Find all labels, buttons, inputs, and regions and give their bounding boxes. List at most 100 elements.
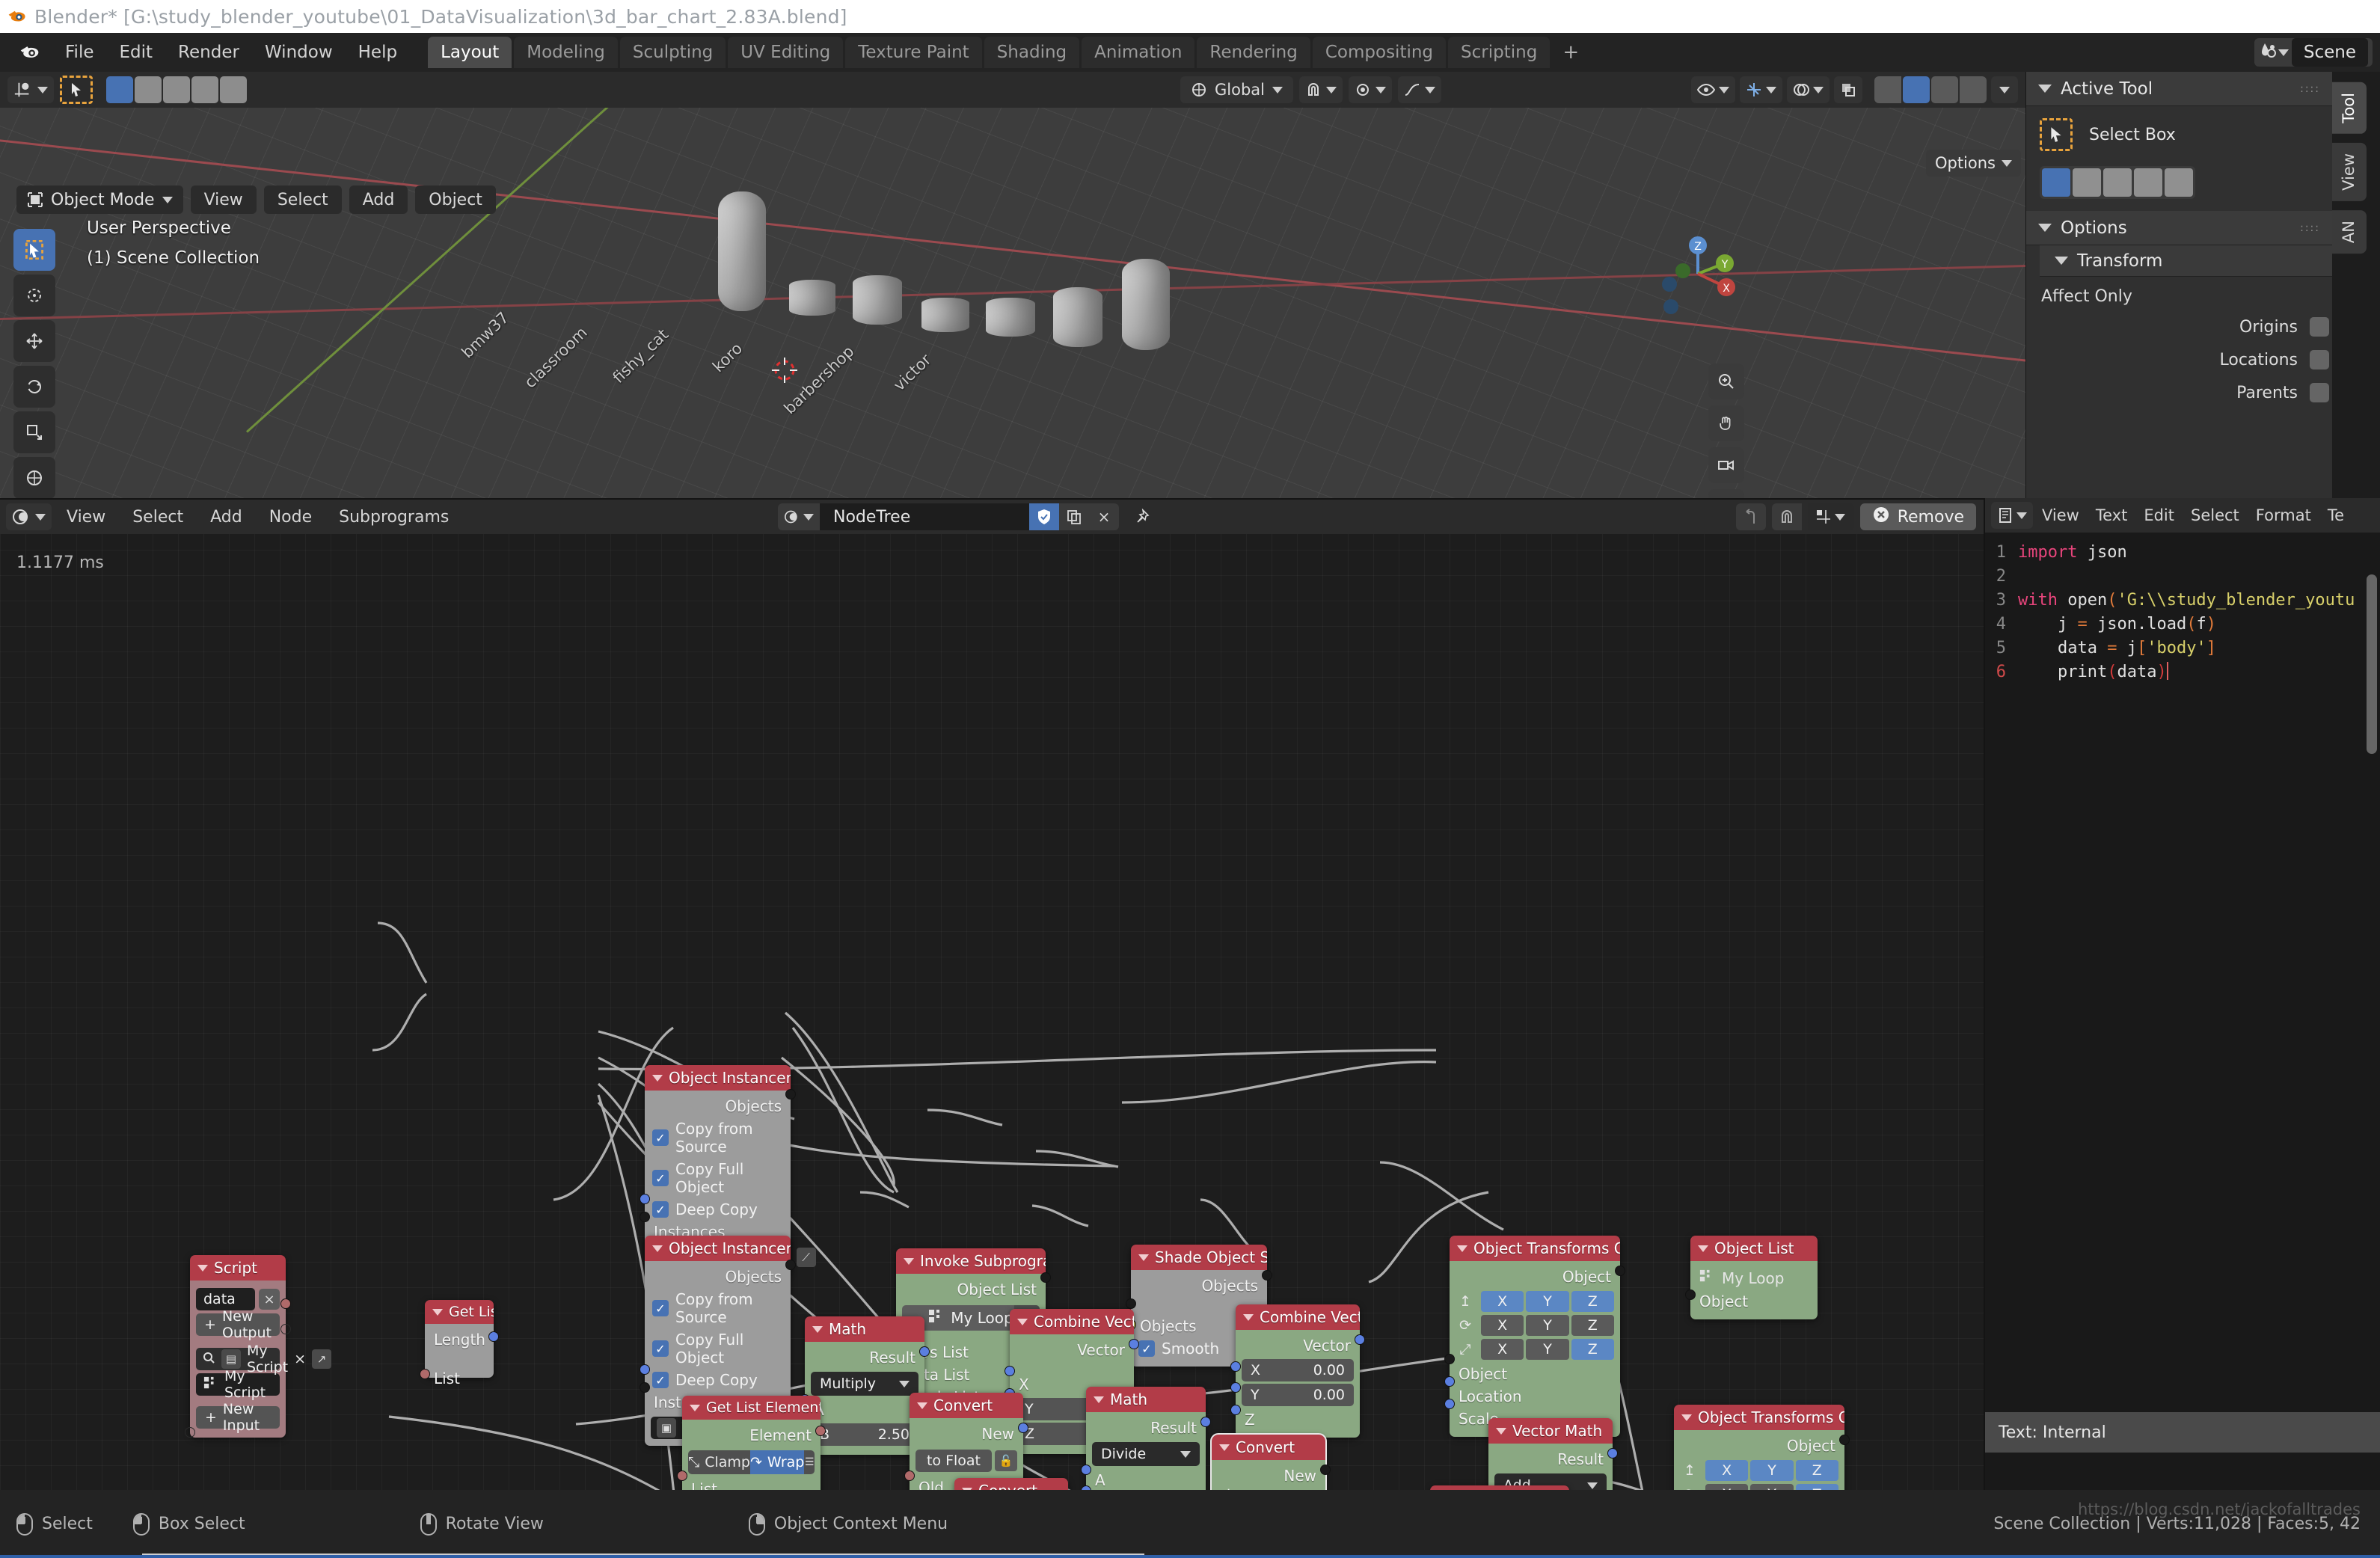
node-script[interactable]: Script data × + New Output ▤ My Script ×… <box>185 1255 332 1438</box>
select-set-icon[interactable] <box>106 76 133 103</box>
rot-y-toggle[interactable]: Y <box>1750 1484 1794 1490</box>
text-menu-text[interactable]: Text <box>2088 503 2135 528</box>
clamp-wrap-toggle[interactable]: ⤡ Clamp ↷ Wrap ☰ <box>688 1450 815 1474</box>
node-menu-node[interactable]: Node <box>257 504 324 530</box>
panel-header-transform[interactable]: Transform <box>2040 245 2332 277</box>
script-output-name[interactable]: data <box>196 1288 255 1310</box>
checkbox-icon[interactable]: ✓ <box>652 1129 669 1146</box>
wrap-option[interactable]: ↷ Wrap <box>749 1450 805 1474</box>
node-header[interactable]: Script <box>190 1255 286 1281</box>
node-header[interactable]: Convert <box>1212 1435 1325 1460</box>
tool-select-box[interactable] <box>13 229 55 271</box>
collapse-triangle-icon[interactable] <box>904 1257 914 1265</box>
node-get-list-element-1[interactable]: Get List Element Element ⤡ Clamp ↷ Wrap … <box>677 1396 826 1490</box>
node-header[interactable]: Shade Object Smo... <box>1131 1245 1267 1270</box>
tab-compositing[interactable]: Compositing <box>1312 37 1447 68</box>
socket-out-result[interactable] <box>919 1346 930 1357</box>
script-datablock[interactable]: ▤ My Script × ↗ <box>196 1343 332 1375</box>
unlink-close-icon[interactable]: × <box>1089 503 1119 530</box>
shading-options-chevron-icon[interactable] <box>1991 76 2018 103</box>
field-b[interactable]: B 2.50 <box>811 1423 918 1446</box>
node-menu-add[interactable]: Add <box>198 504 254 530</box>
loc-x-toggle[interactable]: X <box>1705 1460 1749 1481</box>
solid-shading-icon[interactable] <box>1903 76 1930 103</box>
node-header[interactable]: Get List Length <box>425 1300 494 1324</box>
socket-out-length[interactable] <box>488 1331 499 1342</box>
add-workspace-button[interactable]: + <box>1552 37 1589 68</box>
rendered-shading-icon[interactable] <box>1960 76 1987 103</box>
checkbox-deep-copy[interactable]: ✓ Deep Copy <box>651 1198 785 1221</box>
node-header[interactable]: Convert <box>910 1393 1023 1418</box>
socket-out-object[interactable] <box>1839 1435 1850 1445</box>
math-operation-dropdown[interactable]: Multiply <box>811 1372 918 1396</box>
convert-type-label[interactable]: to Float <box>915 1450 992 1472</box>
checkbox-icon[interactable]: ✓ <box>652 1372 669 1388</box>
socket-in-object[interactable] <box>1685 1289 1696 1300</box>
editor-type-icon[interactable] <box>6 503 52 530</box>
new-input-button[interactable]: + New Input <box>196 1401 280 1434</box>
scene-name-label[interactable]: Scene <box>2291 38 2368 67</box>
loc-y-toggle[interactable]: Y <box>1526 1291 1569 1312</box>
camera-view-icon[interactable] <box>1708 447 1744 483</box>
collapse-triangle-icon[interactable] <box>1681 1414 1692 1421</box>
editor-type-icon[interactable] <box>1991 502 2033 529</box>
list-option[interactable]: ☰ <box>804 1450 815 1474</box>
node-object-transforms-output-1[interactable]: Object Transforms Output Object ↥ X Y Z … <box>1444 1236 1625 1437</box>
socket-in-z[interactable] <box>1230 1405 1241 1415</box>
new-output-button[interactable]: + New Output <box>196 1308 280 1341</box>
collapse-triangle-icon[interactable] <box>917 1402 927 1409</box>
collapse-triangle-icon[interactable] <box>1496 1427 1506 1435</box>
select-mode-segmented[interactable] <box>106 76 247 103</box>
panel-header-options[interactable]: Options :::: <box>2026 211 2332 245</box>
rot-z-toggle[interactable]: Z <box>1795 1484 1838 1490</box>
collapse-triangle-icon[interactable] <box>812 1325 823 1333</box>
scale-y-toggle[interactable]: Y <box>1526 1339 1569 1360</box>
node-menu-select[interactable]: Select <box>120 504 195 530</box>
select-mode-options[interactable] <box>2040 166 2195 199</box>
node-header[interactable]: Convert <box>954 1478 1068 1490</box>
select-set-icon[interactable] <box>2042 168 2070 197</box>
rot-x-toggle[interactable]: X <box>1481 1315 1524 1336</box>
tab-scripting[interactable]: Scripting <box>1448 37 1551 68</box>
collapse-triangle-icon[interactable] <box>1457 1245 1467 1252</box>
snap-magnet-icon[interactable] <box>1771 503 1802 530</box>
collapse-triangle-icon[interactable] <box>1243 1313 1254 1321</box>
text-menu-view[interactable]: View <box>2034 503 2087 528</box>
socket-in-y[interactable] <box>1230 1382 1241 1393</box>
socket-out-new[interactable] <box>280 1324 291 1334</box>
remove-output-icon[interactable]: × <box>259 1289 280 1310</box>
socket-in-instances[interactable] <box>640 1364 650 1375</box>
node-combine-vector-2[interactable]: Combine Vector Vector X 0.00 Y 0.00 Z <box>1230 1304 1365 1438</box>
material-preview-icon[interactable] <box>1931 76 1958 103</box>
socket-in-object[interactable] <box>640 1212 650 1222</box>
snap-magnet-icon[interactable] <box>1299 76 1343 103</box>
select-extend-icon[interactable] <box>2073 168 2101 197</box>
node-header[interactable]: Get List Element <box>682 1396 821 1420</box>
text-menu-select[interactable]: Select <box>2183 503 2247 528</box>
tool-cursor[interactable] <box>13 275 55 316</box>
text-editor-scrollbar[interactable] <box>2367 574 2377 754</box>
checkbox-deep-copy[interactable]: ✓ Deep Copy <box>651 1369 785 1391</box>
node-menu-view[interactable]: View <box>55 504 117 530</box>
loc-y-toggle[interactable]: Y <box>1750 1460 1794 1481</box>
tab-rendering[interactable]: Rendering <box>1197 37 1310 68</box>
math-operation-dropdown[interactable]: Divide <box>1092 1442 1200 1466</box>
navigation-gizmo[interactable]: Z Y X <box>1653 229 1743 319</box>
checkbox-icon[interactable]: ✓ <box>652 1201 669 1218</box>
affect-only-parents-row[interactable]: Parents <box>2040 376 2332 409</box>
checkbox-copy-from-source[interactable]: ✓ Copy from Source <box>651 1117 785 1158</box>
nodetree-name[interactable]: NodeTree <box>820 503 1029 530</box>
checkbox-icon[interactable]: ✓ <box>1138 1340 1155 1357</box>
pan-hand-icon[interactable] <box>1708 405 1744 441</box>
tab-modeling[interactable]: Modeling <box>514 37 618 68</box>
origins-checkbox[interactable] <box>2310 317 2329 337</box>
tool-rotate[interactable] <box>13 366 55 408</box>
affect-only-locations-row[interactable]: Locations <box>2040 343 2332 376</box>
socket-out-new[interactable] <box>1320 1465 1331 1475</box>
socket-in-object[interactable] <box>640 1382 650 1393</box>
socket-in-new[interactable] <box>185 1427 195 1438</box>
select-intersect-icon[interactable] <box>220 76 247 103</box>
tab-layout[interactable]: Layout <box>428 37 512 68</box>
node-header[interactable]: Object Instancer <box>645 1065 791 1091</box>
tool-scale[interactable] <box>13 411 55 453</box>
